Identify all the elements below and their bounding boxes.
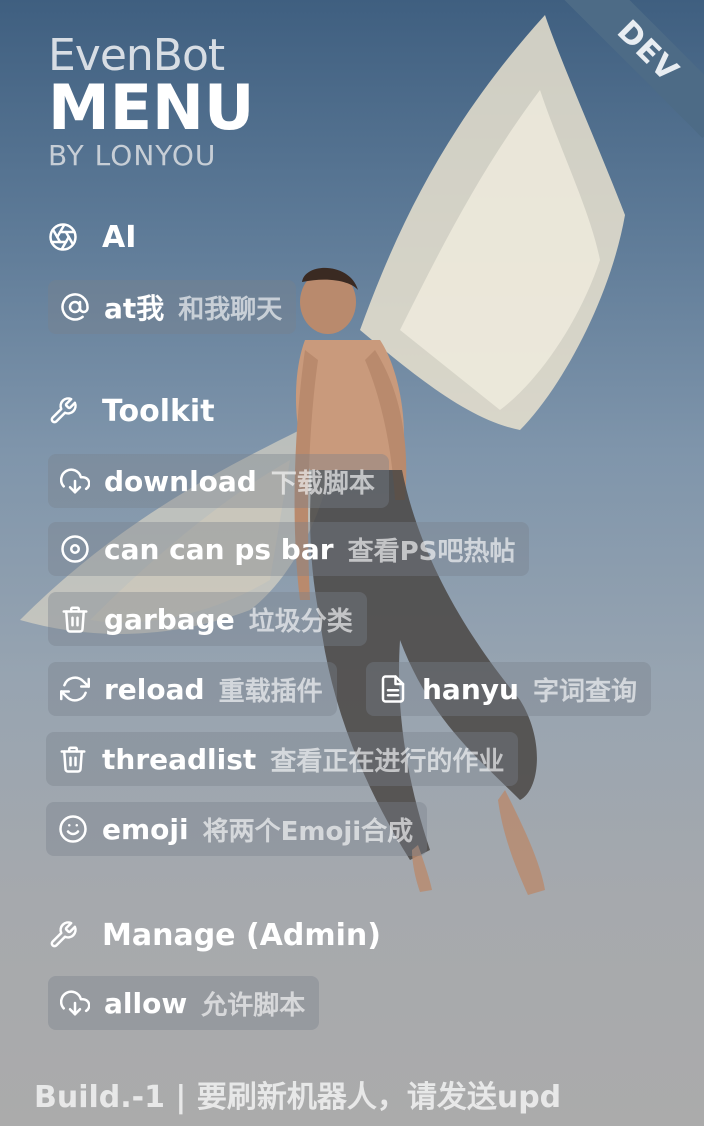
command-allow[interactable]: allow 允许脚本 bbox=[48, 976, 320, 1030]
command-download-label: download bbox=[104, 464, 257, 498]
at-icon bbox=[60, 292, 90, 322]
logo-line-2: MENU bbox=[48, 71, 255, 144]
section-toolkit: Toolkit bbox=[48, 388, 215, 434]
logo: EvenBot MENU BY LONYOU bbox=[48, 32, 254, 176]
section-ai: AI bbox=[48, 214, 136, 260]
aperture-icon bbox=[48, 222, 78, 252]
command-garbage-desc: 垃圾分类 bbox=[248, 606, 353, 637]
command-hanyu-label: hanyu bbox=[422, 672, 519, 706]
refresh-icon bbox=[60, 674, 90, 704]
command-garbage-label: garbage bbox=[104, 602, 235, 636]
command-allow-label: allow bbox=[104, 986, 188, 1020]
document-icon bbox=[378, 674, 408, 704]
build-footer: Build.-1 | 要刷新机器人，请发送upd bbox=[34, 1080, 562, 1115]
command-at-desc: 和我聊天 bbox=[178, 294, 283, 325]
command-reload[interactable]: reload 重载插件 bbox=[48, 662, 337, 716]
command-at-label: at我 bbox=[104, 292, 165, 325]
disc-icon bbox=[60, 534, 90, 564]
command-reload-desc: 重载插件 bbox=[218, 676, 323, 707]
wrench-icon bbox=[48, 396, 78, 426]
section-manage-title: Manage (Admin) bbox=[102, 917, 381, 953]
cloud-download-icon bbox=[60, 988, 90, 1018]
command-at[interactable]: at我 和我聊天 bbox=[48, 280, 297, 334]
command-threadlist-desc: 查看正在进行的作业 bbox=[270, 746, 505, 777]
command-hanyu[interactable]: hanyu 字词查询 bbox=[366, 662, 651, 716]
command-reload-label: reload bbox=[104, 672, 205, 706]
command-download[interactable]: download 下载脚本 bbox=[48, 454, 389, 508]
cloud-download-icon bbox=[60, 466, 90, 496]
section-toolkit-title: Toolkit bbox=[102, 393, 215, 429]
trash-icon bbox=[60, 604, 90, 634]
section-manage: Manage (Admin) bbox=[48, 912, 381, 958]
command-emoji[interactable]: emoji 将两个Emoji合成 bbox=[46, 802, 428, 856]
command-garbage[interactable]: garbage 垃圾分类 bbox=[48, 592, 367, 646]
command-threadlist[interactable]: threadlist 查看正在进行的作业 bbox=[46, 732, 519, 786]
command-emoji-desc: 将两个Emoji合成 bbox=[202, 816, 414, 847]
section-ai-title: AI bbox=[102, 219, 137, 255]
dev-ribbon: DEV bbox=[564, 0, 704, 140]
command-download-desc: 下载脚本 bbox=[270, 468, 375, 499]
command-hanyu-desc: 字词查询 bbox=[532, 676, 637, 707]
command-canps[interactable]: can can ps bar 查看PS吧热帖 bbox=[48, 522, 530, 576]
command-canps-label: can can ps bar bbox=[104, 532, 334, 566]
smile-icon bbox=[58, 814, 88, 844]
command-threadlist-label: threadlist bbox=[102, 742, 257, 776]
command-allow-desc: 允许脚本 bbox=[201, 990, 306, 1021]
command-emoji-label: emoji bbox=[102, 812, 189, 846]
dev-ribbon-label: DEV bbox=[564, 0, 704, 138]
wrench-icon bbox=[48, 920, 78, 950]
command-canps-desc: 查看PS吧热帖 bbox=[347, 536, 516, 567]
trash-icon bbox=[58, 744, 88, 774]
